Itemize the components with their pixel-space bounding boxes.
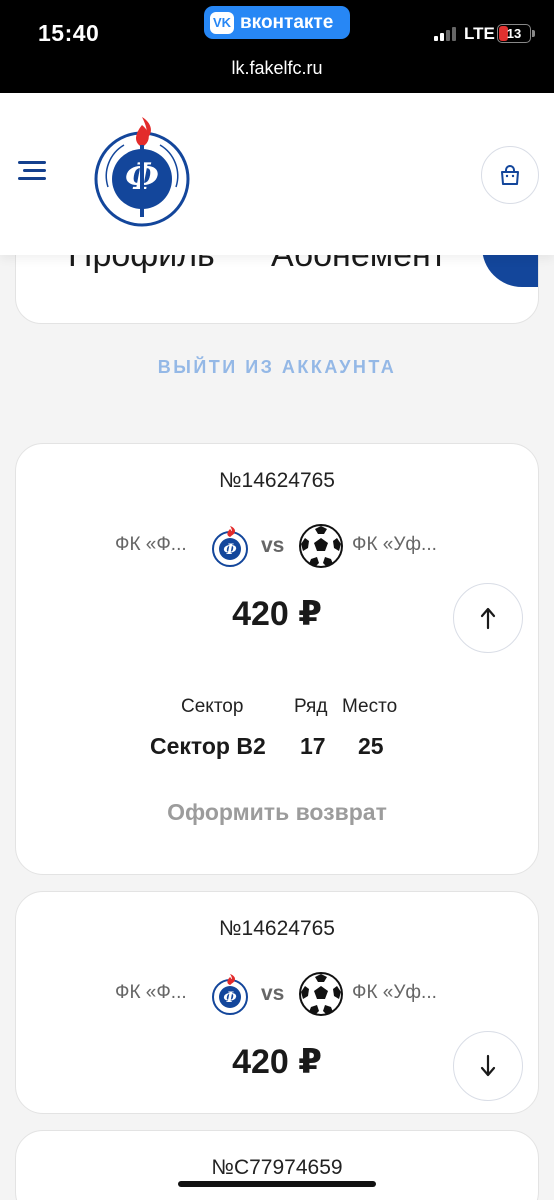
back-to-app-pill[interactable]: VK вконтакте: [204, 6, 350, 39]
home-team-name: ФК «Ф...: [115, 534, 187, 555]
battery-icon: 13: [497, 24, 531, 43]
svg-text:Ф: Ф: [223, 542, 236, 558]
ticket-number: №14624765: [219, 917, 335, 940]
expand-button[interactable]: [453, 1031, 523, 1101]
status-time: 15:40: [38, 20, 100, 46]
away-team-ball-icon: [299, 972, 343, 1016]
seat-value: 25: [358, 733, 384, 759]
back-to-app-label: вконтакте: [240, 11, 334, 33]
address-bar-url[interactable]: lk.fakelfc.ru: [0, 58, 554, 79]
home-team-crest-icon: Ф: [212, 526, 248, 567]
home-indicator[interactable]: [178, 1181, 376, 1187]
match-info: ФК «Ф... Ф vs ФК «Уф...: [16, 522, 538, 570]
versus-label: vs: [261, 534, 285, 557]
vk-logo-icon: VK: [210, 11, 234, 34]
ticket-card: №14624765 ФК «Ф... Ф vs ФК «Уф... 420 ₽: [15, 891, 539, 1114]
versus-label: vs: [261, 982, 285, 1005]
away-team-name: ФК «Уф...: [352, 534, 437, 555]
arrow-down-icon: [480, 1054, 496, 1077]
ticket-number: №C77974659: [211, 1156, 343, 1179]
logout-link[interactable]: ВЫЙТИ ИЗ АККАУНТА: [0, 357, 554, 378]
svg-text:Ф: Ф: [223, 990, 236, 1006]
ticket-card: №C77974659: [15, 1130, 539, 1200]
ticket-card: №14624765 ФК «Ф... Ф vs ФК «Уф... 420 ₽ …: [15, 443, 539, 875]
status-bar: 15:40 VK вконтакте lk.fakelfc.ru LTE 13: [0, 0, 554, 93]
battery-level: 13: [506, 26, 522, 41]
home-team-crest-icon: Ф: [212, 974, 248, 1015]
menu-icon[interactable]: [18, 161, 48, 181]
match-info: ФК «Ф... Ф vs ФК «Уф...: [16, 970, 538, 1018]
sector-value: Сектор B2: [150, 733, 266, 759]
row-value: 17: [300, 733, 326, 759]
arrow-up-icon: [480, 607, 496, 630]
refund-button[interactable]: Оформить возврат: [16, 799, 538, 826]
away-team-ball-icon: [299, 524, 343, 568]
row-label: Ряд: [294, 696, 328, 717]
collapse-button[interactable]: [453, 583, 523, 653]
away-team-name: ФК «Уф...: [352, 982, 437, 1003]
network-type: LTE: [464, 24, 495, 43]
cellular-signal-icon: [434, 27, 456, 41]
shopping-bag-icon: [501, 165, 519, 185]
sector-label: Сектор: [181, 696, 244, 717]
cart-button[interactable]: [481, 146, 539, 204]
home-team-name: ФК «Ф...: [115, 982, 187, 1003]
fakel-crest-logo[interactable]: Ф: [94, 117, 194, 229]
seat-label: Место: [342, 696, 398, 717]
battery-cap: [532, 30, 535, 37]
site-header: Ф: [0, 93, 554, 255]
ticket-number: №14624765: [219, 469, 335, 492]
